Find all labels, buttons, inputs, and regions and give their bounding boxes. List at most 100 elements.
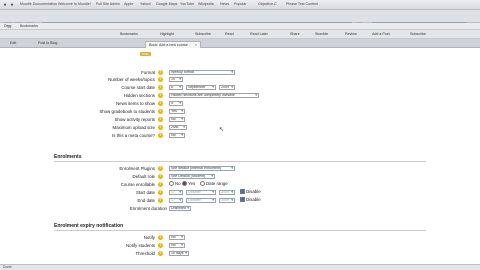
enrollable-radio-daterange[interactable]: Date range bbox=[200, 181, 228, 187]
help-icon[interactable]: ? bbox=[158, 133, 163, 138]
toolbar-subscribe[interactable]: Subscribe bbox=[195, 31, 211, 37]
enrol-startdate-day[interactable]: 17 bbox=[169, 190, 183, 195]
toolbar-read-later[interactable]: Read Later bbox=[250, 31, 268, 37]
defaultrole-select[interactable]: Site Default (Student) bbox=[169, 174, 215, 179]
help-icon[interactable]: ? bbox=[158, 198, 163, 203]
menu-item-10[interactable]: Objective-C bbox=[258, 2, 277, 6]
help-icon[interactable]: ? bbox=[158, 190, 163, 195]
help-icon[interactable]: ? bbox=[158, 101, 163, 106]
extension-toolbar: Bookmarks Highlight Subscribe Read Read … bbox=[0, 30, 480, 39]
help-icon[interactable]: ? bbox=[158, 182, 163, 187]
enrol-enddate-label: End date bbox=[137, 198, 155, 203]
toolbar-stumble[interactable]: Stumble bbox=[315, 31, 328, 37]
help-icon[interactable]: ? bbox=[158, 117, 163, 122]
menu-item-5[interactable]: Google Maps bbox=[156, 2, 177, 6]
numsections-select[interactable]: 10 bbox=[169, 77, 183, 82]
help-icon[interactable]: ? bbox=[158, 77, 163, 82]
enrol-startdate-year[interactable]: 2009 bbox=[219, 190, 235, 195]
startdate-day-select[interactable]: 6 bbox=[169, 85, 183, 90]
toolbar-review[interactable]: Review bbox=[345, 31, 357, 37]
help-icon[interactable]: ? bbox=[158, 70, 163, 75]
menu-item-0[interactable]: Moodle Documentation bbox=[20, 2, 57, 6]
toolbar-highlight[interactable]: Highlight bbox=[160, 31, 174, 37]
numsections-label: Number of weeks/topics bbox=[108, 77, 155, 82]
toolbar-bookmarks[interactable]: Bookmarks bbox=[120, 31, 138, 37]
toolbar-read[interactable]: Read bbox=[225, 31, 234, 37]
help-icon[interactable]: ? bbox=[158, 93, 163, 98]
notifystudents-select[interactable]: No bbox=[169, 243, 185, 248]
hiddensections-select[interactable]: Hidden sections are completely invisible bbox=[169, 93, 259, 98]
metacourse-select[interactable]: No bbox=[169, 133, 185, 138]
newsitems-select[interactable]: 5 bbox=[169, 101, 183, 106]
help-icon[interactable]: ? bbox=[158, 174, 163, 179]
startdate-year-select[interactable]: 2009 bbox=[219, 85, 235, 90]
newsitems-label: News items to show bbox=[115, 101, 155, 106]
radio-button-icon[interactable] bbox=[182, 181, 187, 187]
menu-item-8[interactable]: News bbox=[220, 2, 229, 6]
tabs-bar: Edit Post to Blog bbox=[0, 39, 480, 48]
tab-post-to-blog[interactable]: Post to Blog bbox=[38, 40, 57, 46]
toolbar-share[interactable]: Share bbox=[290, 31, 300, 37]
enrol-enddate-month[interactable]: October bbox=[186, 198, 216, 203]
menu-item-2[interactable]: Full Site Admin bbox=[96, 2, 120, 6]
startdate-month-select[interactable]: September bbox=[186, 85, 216, 90]
notify-select[interactable]: No bbox=[169, 235, 185, 240]
enrol-startdate-month[interactable]: October bbox=[186, 190, 216, 195]
enrol-enddate-day[interactable]: 17 bbox=[169, 198, 183, 203]
status-text: Done bbox=[3, 265, 12, 269]
menu-item-9[interactable]: Popular bbox=[234, 2, 246, 6]
format-select[interactable]: Weekly format bbox=[169, 70, 235, 75]
defaultrole-label: Default role bbox=[132, 174, 155, 179]
menu-item-3[interactable]: Apple bbox=[124, 2, 133, 6]
browser-title-bar: ● ● Moodle Documentation Welcome to Mood… bbox=[0, 0, 480, 10]
tab-active-label: Book: Add a new course bbox=[149, 43, 188, 47]
threshold-select[interactable]: 10 days bbox=[169, 251, 189, 256]
enrol-enddate-disable[interactable]: Disable bbox=[240, 197, 261, 203]
help-icon[interactable]: ? bbox=[158, 243, 163, 248]
enrol-startdate-disable[interactable]: Disable bbox=[240, 189, 261, 195]
menu-item-7[interactable]: Wikipedia bbox=[198, 2, 214, 6]
expiry-heading: Enrolment expiry notification bbox=[54, 223, 124, 229]
help-icon[interactable]: ? bbox=[158, 251, 163, 256]
help-icon[interactable]: ? bbox=[158, 166, 163, 171]
radio-button-icon[interactable] bbox=[169, 181, 174, 187]
checkbox-icon[interactable] bbox=[240, 197, 245, 203]
minimize-window-icon[interactable]: ● bbox=[9, 2, 15, 8]
disable-label: Disable bbox=[246, 197, 261, 202]
mouse-cursor-icon: ↖ bbox=[219, 127, 225, 133]
menu-item-6[interactable]: YouTube bbox=[180, 2, 194, 6]
bookmarks-left-1[interactable]: Bookmarks bbox=[20, 23, 38, 29]
showreports-select[interactable]: No bbox=[169, 117, 185, 122]
status-bar: Done bbox=[0, 264, 480, 270]
enrol-enddate-year[interactable]: 2009 bbox=[219, 198, 235, 203]
toolbar-add-post[interactable]: Add a Post bbox=[372, 31, 390, 37]
divider bbox=[54, 230, 426, 231]
close-icon[interactable]: × bbox=[195, 43, 197, 47]
maxbytes-select[interactable]: 2MB bbox=[169, 125, 187, 130]
toolbar-subscribe-2[interactable]: Subscribe bbox=[410, 31, 426, 37]
divider bbox=[54, 161, 426, 162]
enrol-duration-select[interactable]: Unlimited bbox=[169, 206, 191, 211]
threshold-label: Threshold bbox=[135, 251, 155, 256]
enrol-startdate-label: Start date bbox=[135, 190, 155, 195]
help-icon[interactable]: ? bbox=[158, 235, 163, 240]
bookmarks-left-0[interactable]: Digg bbox=[4, 23, 11, 29]
showgrades-select[interactable]: Yes bbox=[169, 109, 185, 114]
enrol-plugins-select[interactable]: Site default (internal enrolment) bbox=[169, 166, 235, 171]
menu-item-1[interactable]: Welcome to Moodle! bbox=[58, 2, 91, 6]
disable-label: Disable bbox=[246, 189, 261, 194]
help-icon[interactable]: ? bbox=[158, 109, 163, 114]
enrollable-radio-yes[interactable]: Yes bbox=[182, 181, 195, 187]
tab-edit[interactable]: Edit bbox=[10, 40, 16, 46]
menu-item-11[interactable]: Please Test Content bbox=[286, 2, 318, 6]
showgrades-label: Show gradebook to students bbox=[99, 109, 155, 114]
close-window-icon[interactable]: ● bbox=[2, 2, 8, 8]
checkbox-icon[interactable] bbox=[240, 189, 245, 195]
radio-button-icon[interactable] bbox=[200, 181, 205, 187]
enrollable-radio-no[interactable]: No bbox=[169, 181, 181, 187]
help-icon[interactable]: ? bbox=[158, 85, 163, 90]
notifystudents-label: Notify students bbox=[125, 243, 155, 248]
bookmarks-bar: Digg Bookmarks bbox=[0, 23, 480, 30]
help-icon[interactable]: ? bbox=[158, 125, 163, 130]
menu-item-4[interactable]: Yahoo! bbox=[140, 2, 151, 6]
